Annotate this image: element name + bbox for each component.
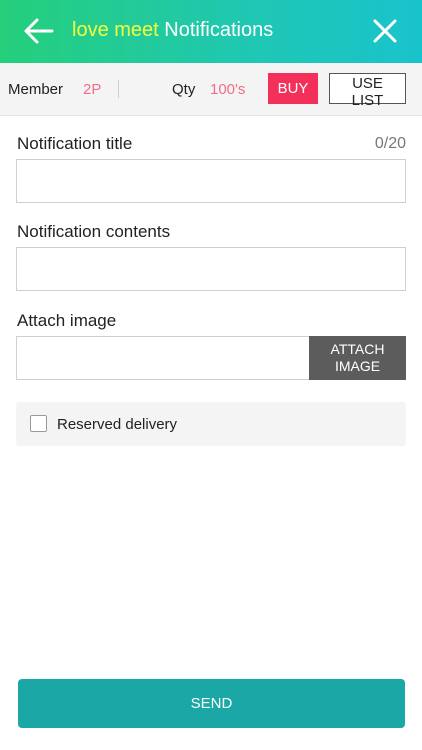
reserved-delivery-row[interactable]: Reserved delivery [16, 402, 406, 446]
title-char-counter: 0/20 [374, 135, 406, 152]
reserved-delivery-label: Reserved delivery [57, 416, 178, 433]
app-header: love meet Notifications [0, 0, 422, 63]
close-icon[interactable] [370, 16, 400, 46]
divider [118, 80, 119, 98]
qty-label: Qty [172, 81, 196, 98]
attach-image-field[interactable] [16, 336, 309, 380]
notification-title-label: Notification title [17, 134, 133, 153]
member-label: Member [8, 81, 64, 98]
arrow-left-icon[interactable] [22, 14, 56, 48]
notification-contents-label: Notification contents [17, 222, 171, 241]
reserved-delivery-checkbox[interactable] [30, 415, 47, 432]
attach-button-line2: IMAGE [334, 358, 381, 374]
notification-title-input[interactable] [16, 159, 406, 203]
send-button[interactable]: SEND [18, 679, 405, 728]
page-title: love meet Notifications [72, 19, 273, 42]
attach-image-label: Attach image [17, 311, 117, 330]
notification-contents-input[interactable] [16, 247, 406, 291]
qty-value: 100's [210, 81, 246, 98]
attach-image-button[interactable]: ATTACH IMAGE [309, 336, 406, 380]
member-value: 2P [83, 81, 102, 98]
title-brand: love meet [72, 19, 159, 41]
attach-button-line1: ATTACH [330, 341, 385, 357]
buy-button[interactable]: BUY [268, 73, 318, 104]
use-list-button[interactable]: USE LIST [329, 73, 406, 109]
title-main: Notifications [164, 19, 274, 41]
